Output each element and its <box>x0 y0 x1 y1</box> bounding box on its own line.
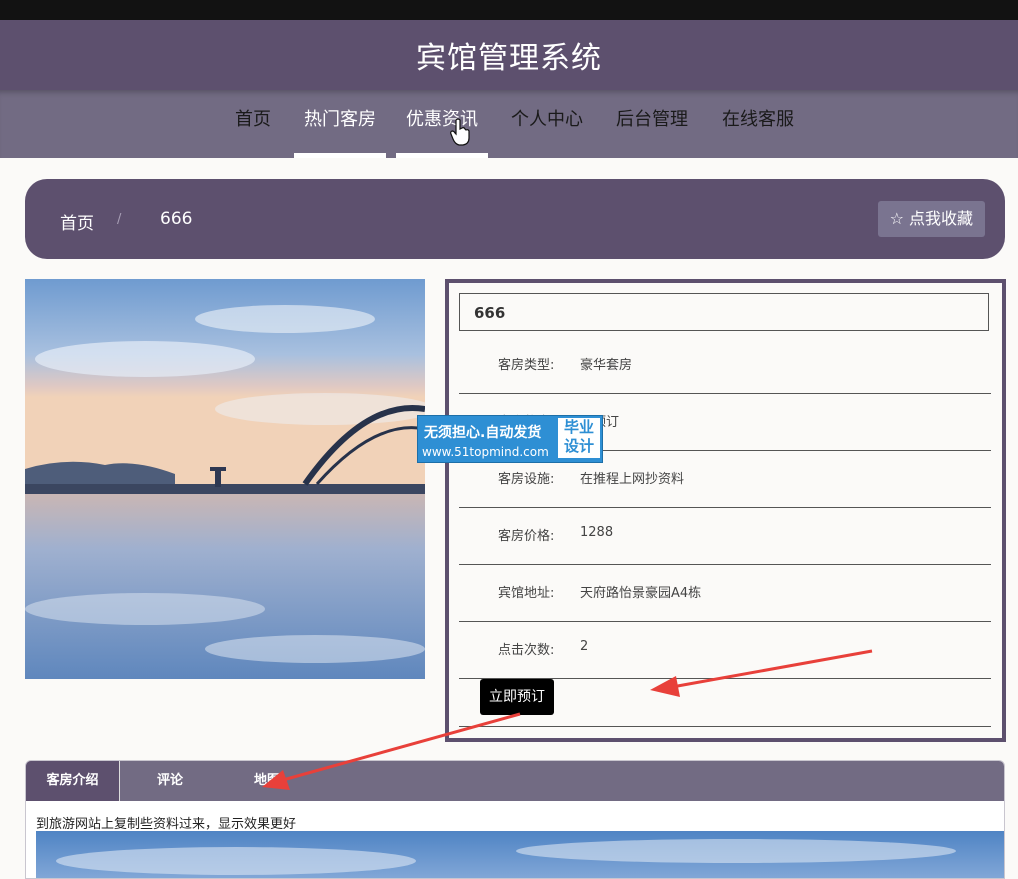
watermark-line1: 无须担心.自动发货 <box>424 425 542 441</box>
main-nav: 首页 热门客房 优惠资讯 个人中心 后台管理 在线客服 <box>0 90 1018 158</box>
breadcrumb-home-link[interactable]: 首页 <box>60 209 94 234</box>
breadcrumb-current: 666 <box>160 209 193 229</box>
field-label: 点击次数: <box>498 643 555 658</box>
detail-tabs: 客房介绍 评论 地图 到旅游网站上复制些资料过来，显示效果更好 <box>25 760 1005 879</box>
room-intro-image <box>36 831 1004 878</box>
hand-cursor-icon <box>450 118 470 146</box>
room-field-price: 客房价格: 1288 <box>459 507 991 565</box>
nav-item-hot-rooms-label: 热门客房 <box>304 109 376 130</box>
window-top-strip <box>0 0 1018 20</box>
nav-item-admin[interactable]: 后台管理 <box>607 90 697 158</box>
watermark-url: www.51topmind.com <box>422 445 549 459</box>
nav-item-promotions[interactable]: 优惠资讯 <box>396 90 488 158</box>
field-label: 宾馆地址: <box>498 586 555 601</box>
room-name: 666 <box>459 293 989 331</box>
site-title: 宾馆管理系统 <box>416 41 602 76</box>
nav-item-personal-center[interactable]: 个人中心 <box>502 90 592 158</box>
breadcrumb-separator: / <box>117 212 122 227</box>
favorite-button[interactable]: ☆ 点我收藏 <box>877 201 985 237</box>
field-value: 在推程上网抄资料 <box>580 472 685 487</box>
room-field-clicks: 点击次数: 2 <box>459 621 991 679</box>
field-label: 客房价格: <box>498 529 555 544</box>
field-value: 豪华套房 <box>580 358 633 373</box>
room-intro-text: 到旅游网站上复制些资料过来，显示效果更好 <box>36 817 297 832</box>
room-info-panel: 666 客房类型: 豪华套房 客房状态: 已预订 客房设施: 在推程上网抄资料 … <box>445 279 1006 742</box>
room-photo-image <box>25 279 425 679</box>
watermark-badge: 无须担心.自动发货 www.51topmind.com 毕业设计 <box>417 415 603 463</box>
nav-hover-underline <box>396 153 488 158</box>
field-label: 客房设施: <box>498 472 555 487</box>
tab-comments[interactable]: 评论 <box>126 761 214 801</box>
field-value: 2 <box>580 639 589 654</box>
watermark-side-text: 毕业设计 <box>563 418 594 455</box>
field-value: 1288 <box>580 525 614 540</box>
site-header: 宾馆管理系统 <box>0 20 1018 90</box>
tab-map[interactable]: 地图 <box>226 761 308 801</box>
book-row: 立即预订 <box>459 674 991 727</box>
room-photo <box>25 279 425 679</box>
tab-room-intro[interactable]: 客房介绍 <box>26 761 120 801</box>
tab-bar: 客房介绍 评论 地图 <box>26 761 1004 801</box>
room-field-type: 客房类型: 豪华套房 <box>459 336 991 394</box>
watermark-side-label: 毕业设计 <box>558 418 600 458</box>
room-field-address: 宾馆地址: 天府路怡景豪园A4栋 <box>459 564 991 622</box>
nav-item-hot-rooms[interactable]: 热门客房 <box>294 90 386 158</box>
field-value: 天府路怡景豪园A4栋 <box>580 586 702 601</box>
breadcrumb-bar: 首页 / 666 ☆ 点我收藏 <box>25 179 1005 259</box>
book-now-button[interactable]: 立即预订 <box>480 679 554 715</box>
field-label: 客房类型: <box>498 358 555 373</box>
nav-active-underline <box>294 153 386 158</box>
favorite-button-label: ☆ 点我收藏 <box>889 209 973 228</box>
nav-item-home[interactable]: 首页 <box>226 90 280 158</box>
nav-item-online-service[interactable]: 在线客服 <box>713 90 803 158</box>
